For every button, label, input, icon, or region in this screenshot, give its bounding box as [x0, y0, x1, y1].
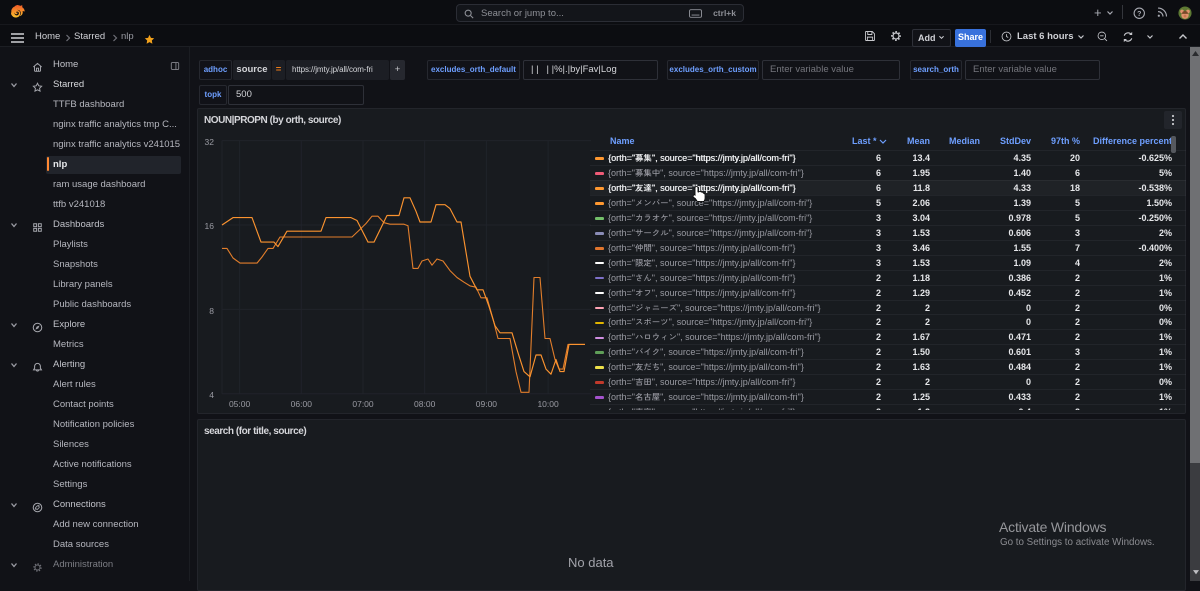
svg-text:?: ?	[1137, 10, 1141, 17]
